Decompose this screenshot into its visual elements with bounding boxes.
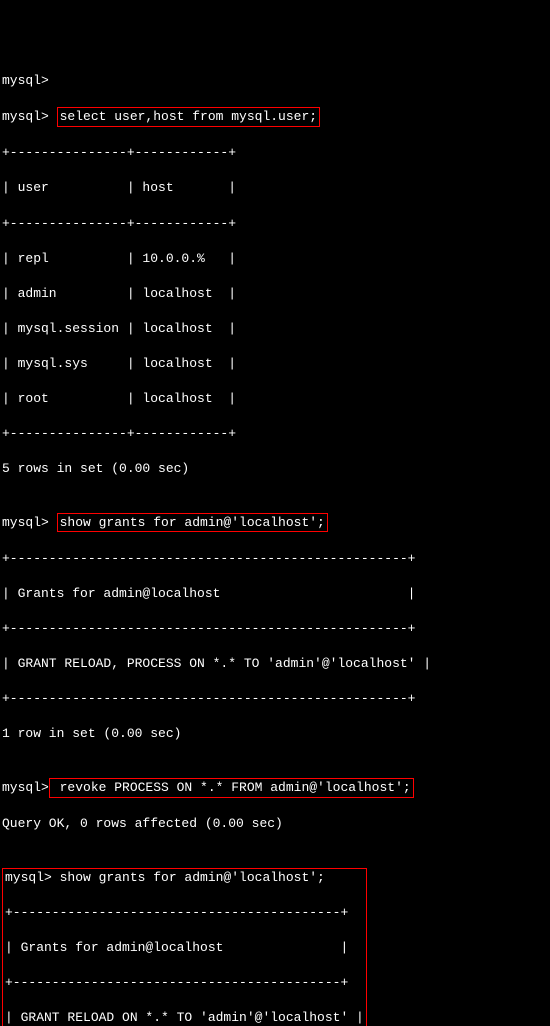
table-row: | admin | localhost |	[2, 285, 548, 303]
prompt: mysql>	[2, 515, 57, 530]
table2-result: 1 row in set (0.00 sec)	[2, 725, 548, 743]
table3-border-mid: +---------------------------------------…	[5, 974, 364, 992]
table-row: | mysql.sys | localhost |	[2, 355, 548, 373]
table2-header: | Grants for admin@localhost |	[2, 585, 548, 603]
table3-header: | Grants for admin@localhost |	[5, 939, 364, 957]
prompt: mysql>	[5, 870, 60, 885]
table-row: | GRANT RELOAD, PROCESS ON *.* TO 'admin…	[2, 655, 548, 673]
revoke-result: Query OK, 0 rows affected (0.00 sec)	[2, 815, 548, 833]
cmd3-line: mysql> revoke PROCESS ON *.* FROM admin@…	[2, 778, 548, 798]
prompt: mysql>	[2, 780, 49, 795]
table-row: | GRANT RELOAD ON *.* TO 'admin'@'localh…	[5, 1009, 364, 1026]
table1-border-bot: +---------------+------------+	[2, 425, 548, 443]
table3-border-top: +---------------------------------------…	[5, 904, 364, 922]
table2-border-top: +---------------------------------------…	[2, 550, 548, 568]
table1-result: 5 rows in set (0.00 sec)	[2, 460, 548, 478]
highlight-cmd4-block: mysql> show grants for admin@'localhost'…	[2, 868, 367, 1026]
highlight-cmd2: show grants for admin@'localhost';	[57, 513, 328, 533]
cmd2-line: mysql> show grants for admin@'localhost'…	[2, 513, 548, 533]
cmd1-line: mysql> select user,host from mysql.user;	[2, 107, 548, 127]
table1-header: | user | host |	[2, 179, 548, 197]
cmd4-text: show grants for admin@'localhost';	[60, 870, 325, 885]
table-row: | repl | 10.0.0.% |	[2, 250, 548, 268]
table2-border-mid: +---------------------------------------…	[2, 620, 548, 638]
table-row: | mysql.session | localhost |	[2, 320, 548, 338]
table-row: | root | localhost |	[2, 390, 548, 408]
prompt-line-blank: mysql>	[2, 72, 548, 90]
highlight-cmd1: select user,host from mysql.user;	[57, 107, 320, 127]
table1-border-top: +---------------+------------+	[2, 144, 548, 162]
table2-border-bot: +---------------------------------------…	[2, 690, 548, 708]
highlight-cmd3: revoke PROCESS ON *.* FROM admin@'localh…	[49, 778, 414, 798]
cmd4-line: mysql> show grants for admin@'localhost'…	[5, 869, 364, 887]
prompt: mysql>	[2, 109, 57, 124]
table1-border-mid: +---------------+------------+	[2, 215, 548, 233]
